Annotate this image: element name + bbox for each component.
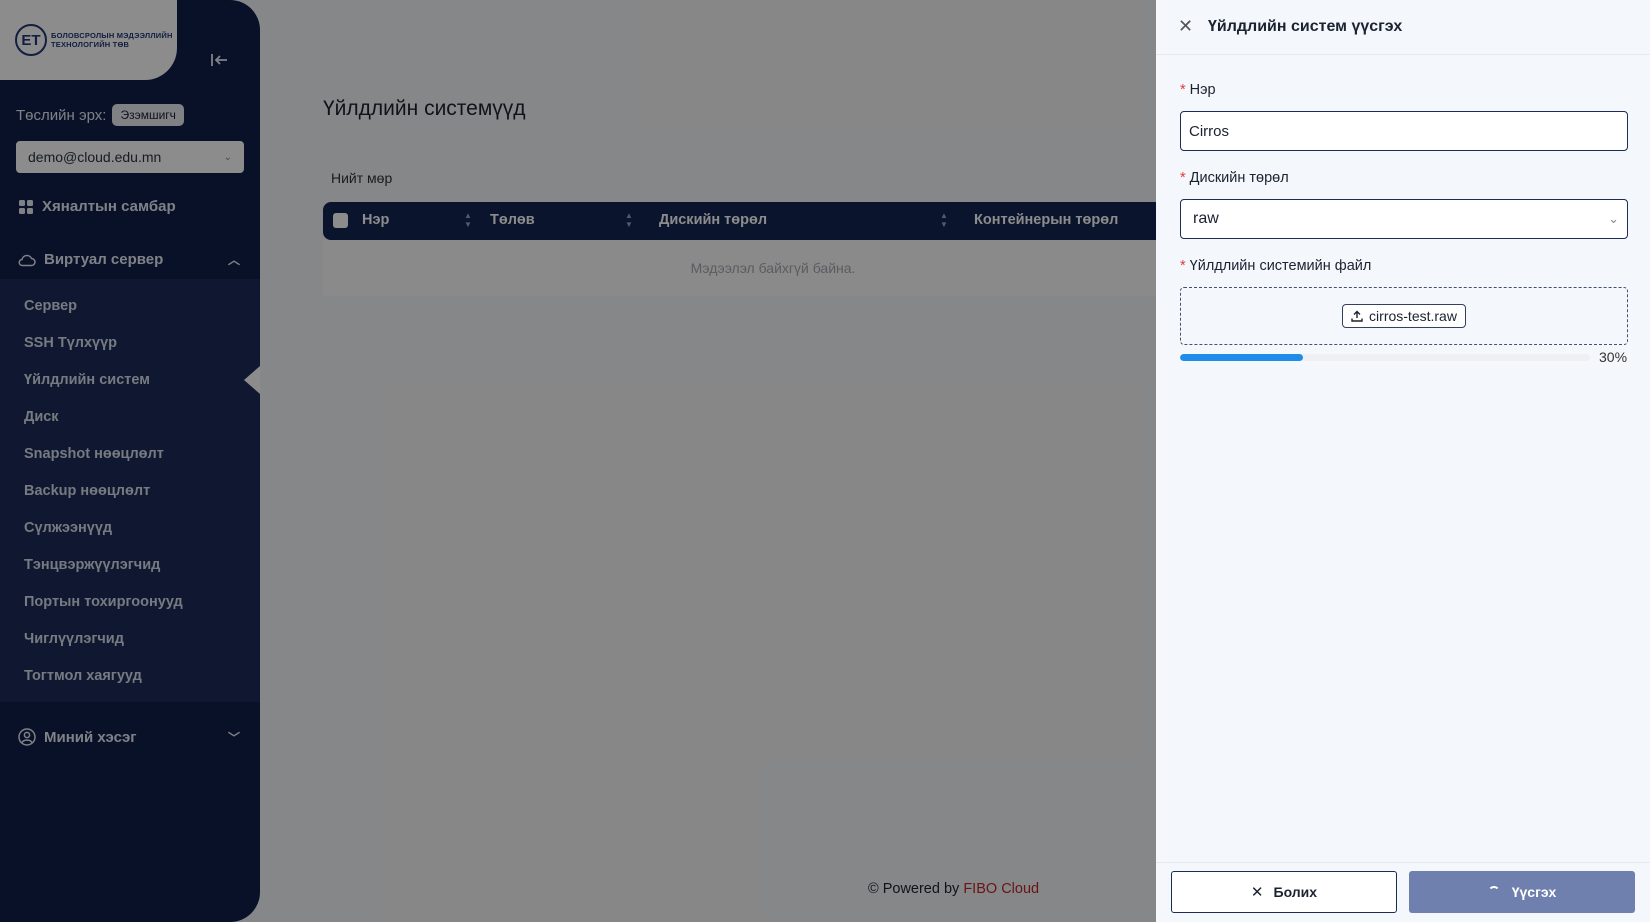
name-input-value: Cirros bbox=[1189, 122, 1229, 140]
disk-label-text: Дискийн төрөл bbox=[1189, 170, 1289, 186]
close-icon: ✕ bbox=[1250, 884, 1264, 901]
active-item-indicator bbox=[244, 366, 260, 394]
file-name: cirros-test.raw bbox=[1369, 308, 1457, 324]
chevron-down-icon: ⌄ bbox=[1608, 211, 1619, 226]
name-field-label: * Нэр bbox=[1180, 82, 1216, 98]
disk-type-label: * Дискийн төрөл bbox=[1180, 170, 1289, 186]
drawer-footer: ✕ Болих Үүсгэх bbox=[1156, 862, 1650, 922]
modal-overlay[interactable] bbox=[0, 0, 1156, 922]
upload-icon bbox=[1351, 310, 1363, 322]
required-marker: * bbox=[1180, 82, 1186, 98]
cancel-button-label: Болих bbox=[1273, 884, 1318, 900]
file-label-text: Үйлдлийн системийн файл bbox=[1189, 258, 1372, 274]
create-button[interactable]: Үүсгэх bbox=[1409, 871, 1635, 913]
file-dropzone[interactable]: cirros-test.raw bbox=[1180, 287, 1628, 345]
upload-progress-text: 30% bbox=[1599, 349, 1628, 365]
upload-progress-fill bbox=[1180, 354, 1303, 361]
drawer-header: ✕ Үйлдлийн систем үүсгэх bbox=[1156, 0, 1650, 55]
required-marker: * bbox=[1180, 258, 1186, 274]
name-label-text: Нэр bbox=[1189, 82, 1216, 98]
file-chip[interactable]: cirros-test.raw bbox=[1342, 304, 1466, 328]
upload-progress-bar bbox=[1180, 354, 1590, 361]
cancel-button[interactable]: ✕ Болих bbox=[1171, 871, 1397, 913]
create-button-label: Үүсгэх bbox=[1511, 884, 1557, 900]
close-icon[interactable]: ✕ bbox=[1178, 16, 1193, 37]
name-input[interactable]: Cirros bbox=[1180, 111, 1628, 151]
disk-type-value: raw bbox=[1193, 210, 1219, 227]
required-marker: * bbox=[1180, 170, 1186, 186]
file-field-label: * Үйлдлийн системийн файл bbox=[1180, 258, 1371, 274]
create-os-drawer: ✕ Үйлдлийн систем үүсгэх * Нэр Cirros * Ди… bbox=[1156, 0, 1650, 922]
loading-spinner-icon bbox=[1487, 886, 1500, 898]
disk-type-select[interactable]: raw ⌄ bbox=[1180, 199, 1628, 239]
drawer-title: Үйлдлийн систем үүсгэх bbox=[1208, 18, 1403, 35]
